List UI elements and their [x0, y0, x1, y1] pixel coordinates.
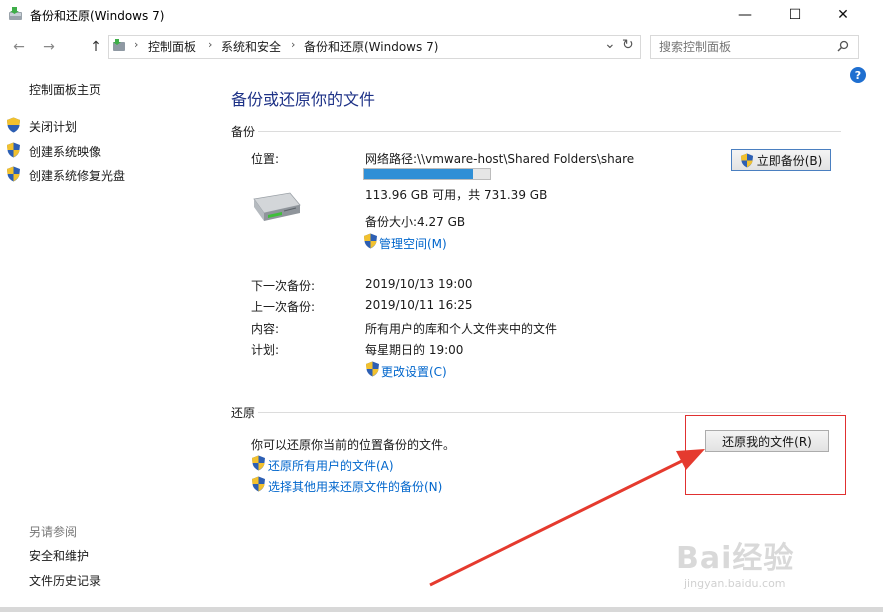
- see-also-heading: 另请参阅: [29, 525, 78, 539]
- baidu-watermark: Bai经验 jingyan.baidu.com: [676, 533, 846, 603]
- breadcrumb-separator: ›: [134, 38, 139, 51]
- backup-now-button[interactable]: 立即备份(B): [731, 149, 831, 171]
- forward-button[interactable]: →: [38, 37, 60, 57]
- uac-shield-icon: [364, 233, 377, 249]
- contents-label: 内容:: [251, 322, 280, 336]
- sidebar-item-create-system-image[interactable]: 创建系统映像: [29, 143, 101, 160]
- maximize-button[interactable]: ☐: [772, 0, 818, 30]
- uac-shield-icon: [740, 153, 753, 167]
- window-title: 备份和还原(Windows 7): [30, 9, 165, 23]
- bottom-edge: [0, 607, 883, 612]
- watermark-url: jingyan.baidu.com: [684, 577, 786, 590]
- contents-value: 所有用户的库和个人文件夹中的文件: [365, 322, 558, 336]
- help-icon[interactable]: ?: [850, 67, 866, 83]
- restore-all-users-link[interactable]: 还原所有用户的文件(A): [268, 457, 394, 474]
- space-text: 113.96 GB 可用，共 731.39 GB: [365, 188, 548, 202]
- refresh-icon[interactable]: ↻: [622, 37, 634, 53]
- uac-shield-icon: [252, 455, 265, 471]
- breadcrumb-system-security[interactable]: 系统和安全: [221, 38, 281, 55]
- back-button[interactable]: ←: [8, 37, 30, 57]
- control-panel-icon: [113, 39, 125, 51]
- disk-usage-fill: [364, 169, 474, 179]
- address-dropdown-icon[interactable]: ⌄: [604, 36, 616, 52]
- search-box[interactable]: [650, 35, 859, 59]
- schedule-value: 每星期日的 19:00: [365, 343, 464, 357]
- sidebar-item-turn-off-schedule[interactable]: 关闭计划: [29, 118, 77, 135]
- breadcrumb-control-panel[interactable]: 控制面板: [148, 38, 196, 55]
- sidebar-item-create-repair-disc[interactable]: 创建系统修复光盘: [29, 167, 125, 184]
- disk-usage-bar: [363, 168, 491, 180]
- breadcrumb-separator: ›: [208, 38, 213, 51]
- sidebar-home-link[interactable]: 控制面板主页: [29, 81, 101, 98]
- uac-shield-icon: [7, 117, 20, 133]
- backup-now-label: 立即备份(B): [756, 153, 823, 168]
- page-title: 备份或还原你的文件: [231, 90, 376, 109]
- select-other-backup-link[interactable]: 选择其他用来还原文件的备份(N): [268, 478, 442, 495]
- watermark-brand: Bai经验: [676, 541, 795, 576]
- close-button[interactable]: ✕: [820, 0, 866, 30]
- last-backup-value: 2019/10/11 16:25: [365, 298, 473, 312]
- annotation-arrow: [429, 449, 705, 587]
- manage-space-link[interactable]: 管理空间(M): [379, 235, 447, 252]
- uac-shield-icon: [366, 361, 379, 377]
- change-settings-link[interactable]: 更改设置(C): [381, 363, 447, 380]
- minimize-button[interactable]: —: [722, 0, 768, 30]
- uac-shield-icon: [7, 142, 20, 158]
- next-backup-value: 2019/10/13 19:00: [365, 277, 473, 291]
- section-divider: [258, 131, 841, 132]
- up-button[interactable]: ↑: [85, 37, 107, 57]
- backup-size: 备份大小:4.27 GB: [365, 215, 466, 229]
- sidebar-link-security-maintenance[interactable]: 安全和维护: [29, 547, 89, 564]
- uac-shield-icon: [252, 476, 265, 492]
- backup-restore-icon: [9, 7, 22, 20]
- location-label: 位置:: [251, 152, 280, 166]
- restore-section-title: 还原: [231, 406, 256, 420]
- search-input[interactable]: [657, 36, 831, 58]
- last-backup-label: 上一次备份:: [251, 300, 316, 314]
- breadcrumb-backup-restore[interactable]: 备份和还原(Windows 7): [304, 38, 438, 55]
- uac-shield-icon: [7, 166, 20, 182]
- location-value: 网络路径:\\vmware-host\Shared Folders\share: [365, 152, 635, 166]
- schedule-label: 计划:: [251, 343, 280, 357]
- restore-my-files-button[interactable]: 还原我的文件(R): [705, 430, 829, 452]
- sidebar-link-file-history[interactable]: 文件历史记录: [29, 572, 101, 589]
- backup-section-title: 备份: [231, 125, 256, 139]
- search-icon[interactable]: [837, 40, 849, 52]
- network-drive-icon: [253, 192, 301, 221]
- breadcrumb-separator: ›: [291, 38, 296, 51]
- next-backup-label: 下一次备份:: [251, 279, 316, 293]
- section-divider: [258, 412, 841, 413]
